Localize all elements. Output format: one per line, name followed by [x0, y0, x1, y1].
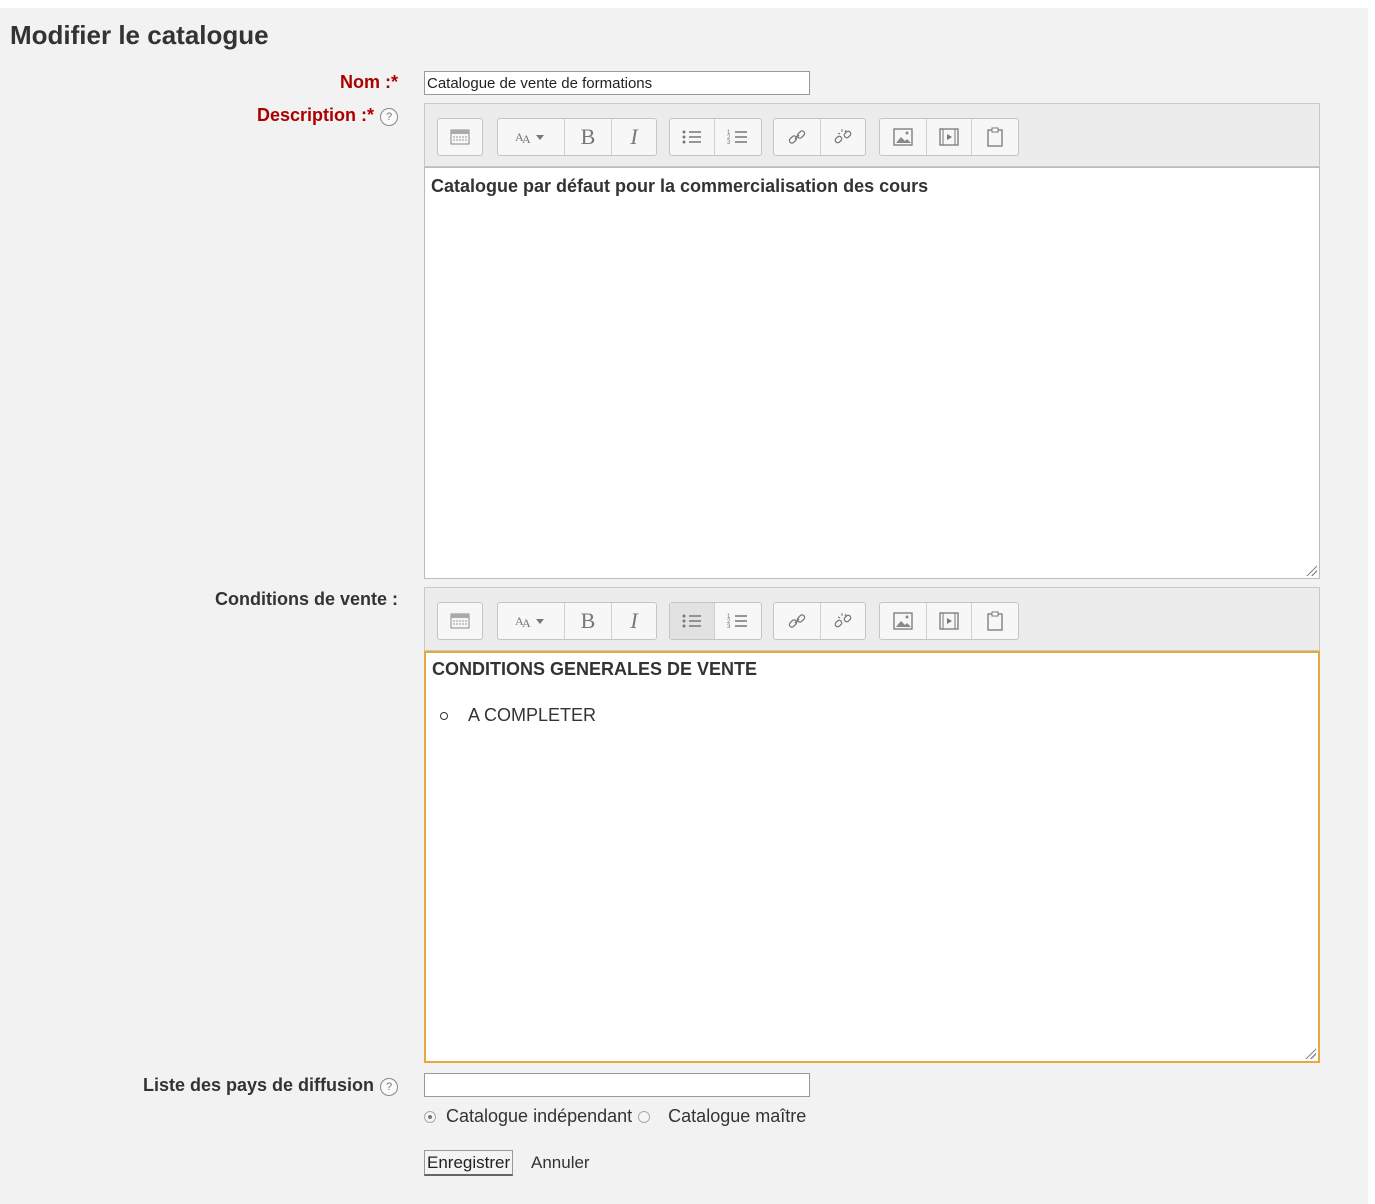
- conditions-content-area[interactable]: CONDITIONS GENERALES DE VENTE A COMPLETE…: [424, 651, 1320, 1063]
- ordered-list-icon: 123: [727, 612, 749, 630]
- unlink-icon: [833, 611, 853, 631]
- conditions-toolbar: AA B I 123: [424, 587, 1320, 651]
- paste-button[interactable]: [972, 119, 1018, 155]
- svg-text:A: A: [522, 616, 531, 630]
- paste-icon: [986, 127, 1004, 147]
- paste-icon: [986, 611, 1004, 631]
- link-button[interactable]: [774, 119, 821, 155]
- toolbar-group: 123: [669, 602, 762, 640]
- unordered-list-icon: [681, 128, 703, 146]
- toolbar-group: [437, 118, 483, 156]
- unordered-list-icon: [681, 612, 703, 630]
- ordered-list-icon: 123: [727, 128, 749, 146]
- ordered-list-button[interactable]: 123: [715, 603, 761, 639]
- toolbar-group: AA B I: [497, 118, 657, 156]
- save-button[interactable]: Enregistrer: [424, 1150, 514, 1176]
- toolbar-group: [437, 602, 483, 640]
- font-style-icon: AA: [514, 612, 548, 630]
- list-item: A COMPLETER: [440, 705, 596, 726]
- toolbar-toggle-icon: [450, 129, 470, 145]
- nom-input[interactable]: [424, 71, 810, 95]
- radio-independant[interactable]: [424, 1110, 436, 1123]
- link-icon: [787, 127, 807, 147]
- link-button[interactable]: [774, 603, 821, 639]
- toolbar-group: 123: [669, 118, 762, 156]
- resize-grip-icon[interactable]: [1305, 564, 1317, 576]
- image-icon: [893, 128, 913, 146]
- font-style-button[interactable]: AA: [498, 119, 565, 155]
- media-icon: [939, 612, 959, 630]
- bullet-icon: [440, 711, 448, 720]
- help-icon[interactable]: ?: [380, 1078, 398, 1096]
- toolbar-toggle-button[interactable]: [438, 119, 482, 155]
- description-content-area[interactable]: Catalogue par défaut pour la commerciali…: [424, 167, 1320, 579]
- svg-text:3: 3: [727, 140, 731, 146]
- ordered-list-button[interactable]: 123: [715, 119, 761, 155]
- help-icon[interactable]: ?: [380, 108, 398, 126]
- pays-label: Liste des pays de diffusion?: [143, 1075, 398, 1096]
- top-strip: [0, 0, 1375, 8]
- page: Modifier le catalogue Nom :* Description…: [0, 0, 1375, 1204]
- radio-independant-label: Catalogue indépendant: [446, 1106, 633, 1126]
- toolbar-group: [879, 118, 1019, 156]
- link-icon: [787, 611, 807, 631]
- italic-icon: I: [630, 124, 638, 149]
- toolbar-group: [773, 602, 866, 640]
- conditions-editor: AA B I 123 CONDITIONS GENERALES DE VENTE A …: [424, 587, 1320, 1063]
- italic-button[interactable]: I: [612, 603, 656, 639]
- unordered-list-button[interactable]: [670, 603, 715, 639]
- radio-maitre-label: Catalogue maître: [668, 1106, 807, 1126]
- italic-icon: I: [630, 608, 638, 633]
- catalogue-type-group: Catalogue indépendant Catalogue maître: [424, 1106, 806, 1127]
- pays-input[interactable]: [424, 1073, 810, 1097]
- conditions-label: Conditions de vente :: [214, 589, 398, 609]
- media-button[interactable]: [927, 603, 972, 639]
- toolbar-group: [773, 118, 866, 156]
- unordered-list-button[interactable]: [670, 119, 715, 155]
- cancel-link[interactable]: Annuler: [531, 1153, 590, 1173]
- toolbar-group: [879, 602, 1019, 640]
- toolbar-toggle-icon: [450, 613, 470, 629]
- media-button[interactable]: [927, 119, 972, 155]
- unlink-icon: [833, 127, 853, 147]
- toolbar-group: AA B I: [497, 602, 657, 640]
- image-button[interactable]: [880, 603, 927, 639]
- media-icon: [939, 128, 959, 146]
- italic-button[interactable]: I: [612, 119, 656, 155]
- nom-label: Nom :*: [339, 72, 398, 92]
- bold-icon: B: [580, 608, 596, 633]
- font-style-icon: AA: [514, 128, 548, 146]
- description-editor: AA B I 123 Catalogue par défaut pour la com…: [424, 103, 1320, 579]
- font-style-button[interactable]: AA: [498, 603, 565, 639]
- bold-button[interactable]: B: [565, 119, 612, 155]
- unlink-button[interactable]: [821, 119, 865, 155]
- unlink-button[interactable]: [821, 603, 865, 639]
- conditions-heading: CONDITIONS GENERALES DE VENTE: [432, 659, 758, 679]
- right-strip: [1368, 0, 1375, 1204]
- bold-icon: B: [580, 124, 596, 149]
- description-label: Description :*?: [257, 105, 398, 126]
- description-toolbar: AA B I 123: [424, 103, 1320, 167]
- resize-grip-icon[interactable]: [1304, 1047, 1316, 1059]
- svg-text:3: 3: [727, 624, 731, 630]
- bold-button[interactable]: B: [565, 603, 612, 639]
- paste-button[interactable]: [972, 603, 1018, 639]
- toolbar-toggle-button[interactable]: [438, 603, 482, 639]
- image-button[interactable]: [880, 119, 927, 155]
- image-icon: [893, 612, 913, 630]
- svg-text:A: A: [522, 132, 531, 146]
- radio-maitre[interactable]: [638, 1110, 651, 1123]
- description-text: Catalogue par défaut pour la commerciali…: [431, 176, 929, 196]
- page-title: Modifier le catalogue: [10, 20, 269, 50]
